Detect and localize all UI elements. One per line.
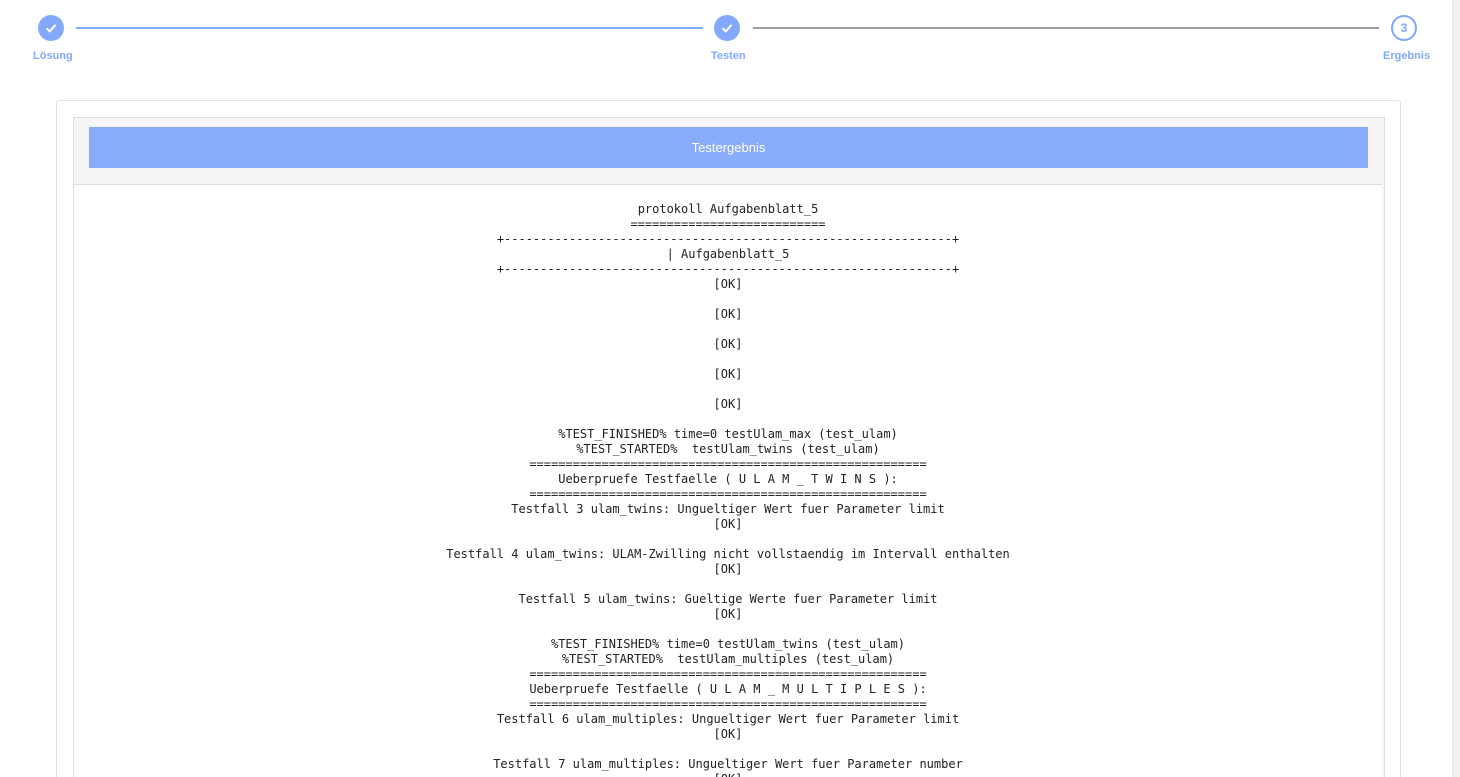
log-line: [OK]: [713, 367, 743, 381]
page: Lösung Testen 3 Ergebnis Testergebnis pr…: [0, 0, 1460, 777]
log-line: ========================================…: [529, 697, 927, 711]
log-line: Testfall 3 ulam_twins: Ungueltiger Wert …: [511, 502, 945, 516]
log-line: protokoll Aufgabenblatt_5: [637, 202, 819, 216]
log-line: %TEST_FINISHED% time=0 testUlam_twins (t…: [550, 637, 905, 651]
log-line: [OK]: [714, 772, 743, 777]
log-line: ========================================…: [529, 667, 927, 681]
test-log-text: protokoll Aufgabenblatt_5 ==============…: [74, 185, 1382, 777]
log-line: ===========================: [630, 217, 826, 231]
log-line: Ueberpruefe Testfaelle ( U L A M _ T W I…: [558, 472, 898, 486]
log-line: [OK]: [713, 607, 743, 621]
log-line: [OK]: [713, 517, 743, 531]
step-connector-2: [753, 27, 1379, 29]
log-line: +---------------------------------------…: [496, 232, 960, 246]
log-line: ========================================…: [529, 457, 927, 471]
step-2-circle[interactable]: [714, 15, 740, 41]
result-header: Testergebnis: [89, 127, 1368, 168]
step-1-circle[interactable]: [38, 15, 64, 41]
step-connector-1: [76, 27, 703, 29]
log-line: Testfall 4 ulam_twins: ULAM-Zwilling nic…: [446, 547, 1010, 561]
log-line: %TEST_STARTED% testUlam_twins (test_ulam…: [576, 442, 880, 456]
scrollbar[interactable]: [1452, 0, 1460, 777]
result-title: Testergebnis: [691, 140, 766, 155]
progress-stepper: Lösung Testen 3 Ergebnis: [0, 0, 1460, 80]
log-line: +---------------------------------------…: [496, 262, 960, 276]
check-icon: [721, 24, 733, 33]
log-line: ========================================…: [529, 487, 927, 501]
log-line: Testfall 5 ulam_twins: Gueltige Werte fu…: [518, 592, 938, 606]
log-line: | Aufgabenblatt_5: [666, 247, 790, 261]
step-1-label[interactable]: Lösung: [33, 50, 73, 62]
log-line: [OK]: [713, 337, 743, 351]
step-2-label[interactable]: Testen: [711, 50, 746, 62]
log-line: [OK]: [713, 307, 743, 321]
test-log[interactable]: protokoll Aufgabenblatt_5 ==============…: [74, 184, 1382, 777]
log-line: [OK]: [713, 562, 743, 576]
step-3-label[interactable]: Ergebnis: [1383, 50, 1430, 62]
log-line: [OK]: [713, 727, 743, 741]
result-panel: Testergebnis protokoll Aufgabenblatt_5 =…: [73, 117, 1385, 777]
check-icon: [45, 24, 57, 33]
result-card: Testergebnis protokoll Aufgabenblatt_5 =…: [56, 100, 1401, 777]
log-line: [OK]: [713, 397, 743, 411]
log-line: %TEST_STARTED% testUlam_multiples (test_…: [561, 652, 895, 666]
log-line: Testfall 6 ulam_multiples: Ungueltiger W…: [496, 712, 960, 726]
log-line: [OK]: [713, 277, 743, 291]
step-3-number: 3: [1400, 21, 1408, 35]
log-line: Testfall 7 ulam_multiples: Ungueltiger W…: [493, 757, 963, 771]
log-line: %TEST_FINISHED% time=0 testUlam_max (tes…: [558, 427, 898, 441]
step-3-circle[interactable]: 3: [1391, 15, 1417, 41]
log-line: Ueberpruefe Testfaelle ( U L A M _ M U L…: [529, 682, 927, 696]
